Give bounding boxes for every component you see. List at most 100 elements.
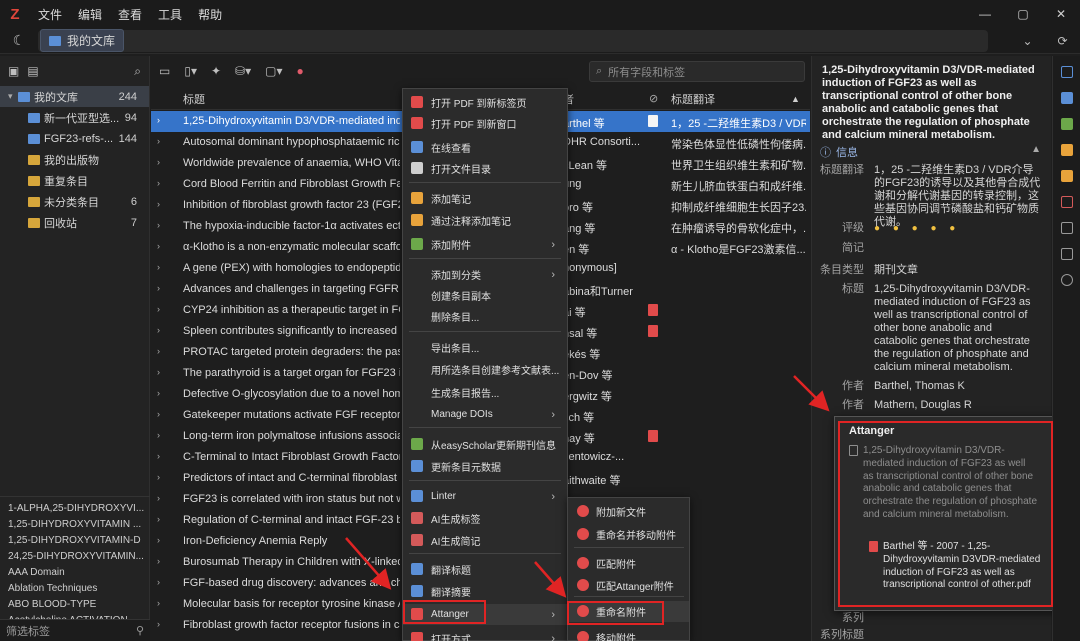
notes-nav-icon[interactable]	[1061, 144, 1073, 156]
collection-item[interactable]: 我的出版物	[0, 149, 149, 170]
filter-icon[interactable]: ⚲	[136, 624, 144, 637]
tag-item[interactable]: Ablation Techniques	[0, 581, 150, 597]
collection-item[interactable]: 重复条目	[0, 170, 149, 191]
context-menu-item[interactable]: AI生成简记	[403, 530, 567, 551]
tag-item[interactable]: 1,25-DIHYDROXYVITAMIN-D	[0, 533, 150, 549]
context-menu-item[interactable]: 打开 PDF 到新窗口	[403, 113, 567, 134]
pdf-icon[interactable]	[648, 115, 658, 127]
expand-arrow-icon[interactable]: ›	[157, 241, 160, 251]
close-button[interactable]: ✕	[1042, 0, 1080, 28]
expand-arrow-icon[interactable]: ›	[157, 262, 160, 272]
menu-view[interactable]: 查看	[110, 6, 150, 23]
tag-item[interactable]: ABO BLOOD-TYPE	[0, 597, 150, 613]
tab-library[interactable]: 我的文库	[38, 29, 988, 52]
expand-arrow-icon[interactable]: ›	[157, 556, 160, 566]
expand-arrow-icon[interactable]: ›	[157, 367, 160, 377]
tag-item[interactable]: 1,25-DIHYDROXYVITAMIN ...	[0, 517, 150, 533]
expand-arrow-icon[interactable]: ›	[157, 619, 160, 629]
context-menu-item[interactable]: Manage DOIs ›	[403, 404, 567, 425]
tab-chip[interactable]: 我的文库	[40, 29, 125, 52]
context-menu-item[interactable]: 用所选条目创建参考文献表...	[403, 359, 567, 380]
field-value[interactable]: 期刊文章	[874, 264, 918, 277]
expand-arrow-icon[interactable]: ▾	[8, 91, 18, 102]
context-menu-item[interactable]: 创建条目副本	[403, 285, 567, 306]
context-menu-item[interactable]: 打开文件目录	[403, 158, 567, 179]
expand-arrow-icon[interactable]: ›	[157, 178, 160, 188]
expand-arrow-icon[interactable]: ›	[157, 409, 160, 419]
sync-icon[interactable]: ⟳	[1057, 34, 1067, 48]
menu-help[interactable]: 帮助	[190, 6, 230, 23]
context-menu-item[interactable]: 打开 PDF 到新标签页	[403, 92, 567, 113]
expand-arrow-icon[interactable]: ›	[157, 220, 160, 230]
context-menu-item[interactable]: 通过注释添加笔记	[403, 210, 567, 231]
menu-tools[interactable]: 工具	[150, 6, 190, 23]
collection-item[interactable]: 未分类条目 6	[0, 191, 149, 212]
submenu-item[interactable]: 重命名并移动附件	[568, 524, 689, 545]
context-menu-item[interactable]: 更新条目元数据	[403, 456, 567, 477]
add-attachment-icon[interactable]: ⛁▾	[235, 64, 251, 78]
context-menu-item[interactable]: 删除条目...	[403, 306, 567, 327]
context-menu-item[interactable]: AI生成标签	[403, 508, 567, 529]
column-title[interactable]: 标题	[183, 91, 205, 107]
context-menu-item[interactable]: 打开方式 ›	[403, 628, 567, 641]
chevron-down-icon[interactable]: ⌄	[1022, 34, 1032, 48]
expand-arrow-icon[interactable]: ›	[157, 451, 160, 461]
expand-arrow-icon[interactable]: ›	[157, 430, 160, 440]
minimize-button[interactable]: —	[966, 0, 1004, 28]
tags-nav-icon[interactable]	[1061, 170, 1073, 182]
search-icon[interactable]: ⌕	[134, 64, 141, 79]
context-menu-item[interactable]: 生成条目报告...	[403, 382, 567, 403]
field-value[interactable]: Mathern, Douglas R	[874, 399, 972, 412]
magic-wand-icon[interactable]: ✦	[211, 64, 221, 78]
context-menu-item[interactable]: Linter ›	[403, 486, 567, 507]
expand-arrow-icon[interactable]: ›	[157, 514, 160, 524]
add-nav-icon[interactable]	[1061, 274, 1073, 286]
context-menu-item[interactable]: 导出条目...	[403, 337, 567, 358]
tag-item[interactable]: AAA Domain	[0, 565, 150, 581]
sort-arrow-icon[interactable]: ▲	[791, 94, 800, 104]
submenu-item[interactable]: 匹配附件	[568, 553, 689, 574]
tag-filter-input[interactable]: 筛选标签	[6, 623, 50, 639]
search-input[interactable]: 所有字段和标签	[608, 64, 685, 80]
new-note-icon[interactable]: ▢▾	[265, 64, 282, 78]
info-nav-icon[interactable]	[1061, 66, 1073, 78]
locate-nav-icon[interactable]	[1061, 248, 1073, 260]
moon-icon[interactable]: ☾	[0, 32, 38, 49]
new-folder-icon[interactable]: ▤	[27, 64, 38, 78]
submenu-item[interactable]: 匹配Attanger附件	[568, 575, 689, 596]
expand-arrow-icon[interactable]: ›	[157, 346, 160, 356]
expand-arrow-icon[interactable]: ›	[157, 199, 160, 209]
expand-arrow-icon[interactable]: ›	[157, 577, 160, 587]
expand-arrow-icon[interactable]: ›	[157, 136, 160, 146]
column-translation[interactable]: 标题翻译	[671, 91, 715, 107]
expand-arrow-icon[interactable]: ›	[157, 493, 160, 503]
tag-item[interactable]: 1-ALPHA,25-DIHYDROXYVI...	[0, 501, 150, 517]
context-menu-item[interactable]: 从easyScholar更新期刊信息	[403, 434, 567, 455]
annotation-icon[interactable]: ●	[297, 64, 304, 78]
attachments-nav-icon[interactable]	[1061, 118, 1073, 130]
expand-arrow-icon[interactable]: ›	[157, 157, 160, 167]
maximize-button[interactable]: ▢	[1004, 0, 1042, 28]
collection-item[interactable]: ▾ 我的文库 244	[0, 86, 149, 107]
expand-arrow-icon[interactable]: ›	[157, 472, 160, 482]
expand-arrow-icon[interactable]: ›	[157, 283, 160, 293]
toggle-pane-icon[interactable]: ▭	[159, 64, 170, 78]
collection-item[interactable]: 新一代亚型选... 94	[0, 107, 149, 128]
context-menu-item[interactable]: 添加附件 ›	[403, 234, 567, 255]
related-nav-icon[interactable]	[1061, 196, 1073, 208]
pdf-icon[interactable]	[648, 304, 658, 316]
collapse-icon[interactable]: ▲	[1031, 144, 1041, 155]
new-collection-icon[interactable]: ▣	[8, 64, 19, 78]
abstract-nav-icon[interactable]	[1061, 92, 1073, 104]
expand-arrow-icon[interactable]: ›	[157, 598, 160, 608]
submenu-item[interactable]: 移动附件	[568, 627, 689, 641]
attachment-column-icon[interactable]: ⊘	[649, 92, 658, 105]
rating-stars[interactable]: ● ● ● ● ●	[874, 222, 960, 235]
extra-nav-icon[interactable]	[1061, 222, 1073, 234]
field-value[interactable]: Barthel, Thomas K	[874, 380, 965, 393]
expand-arrow-icon[interactable]: ›	[157, 388, 160, 398]
pdf-icon[interactable]	[648, 325, 658, 337]
pdf-icon[interactable]	[648, 430, 658, 442]
search-box[interactable]: ⌕ 所有字段和标签	[589, 61, 805, 82]
context-menu-item[interactable]: 在线查看	[403, 137, 567, 158]
